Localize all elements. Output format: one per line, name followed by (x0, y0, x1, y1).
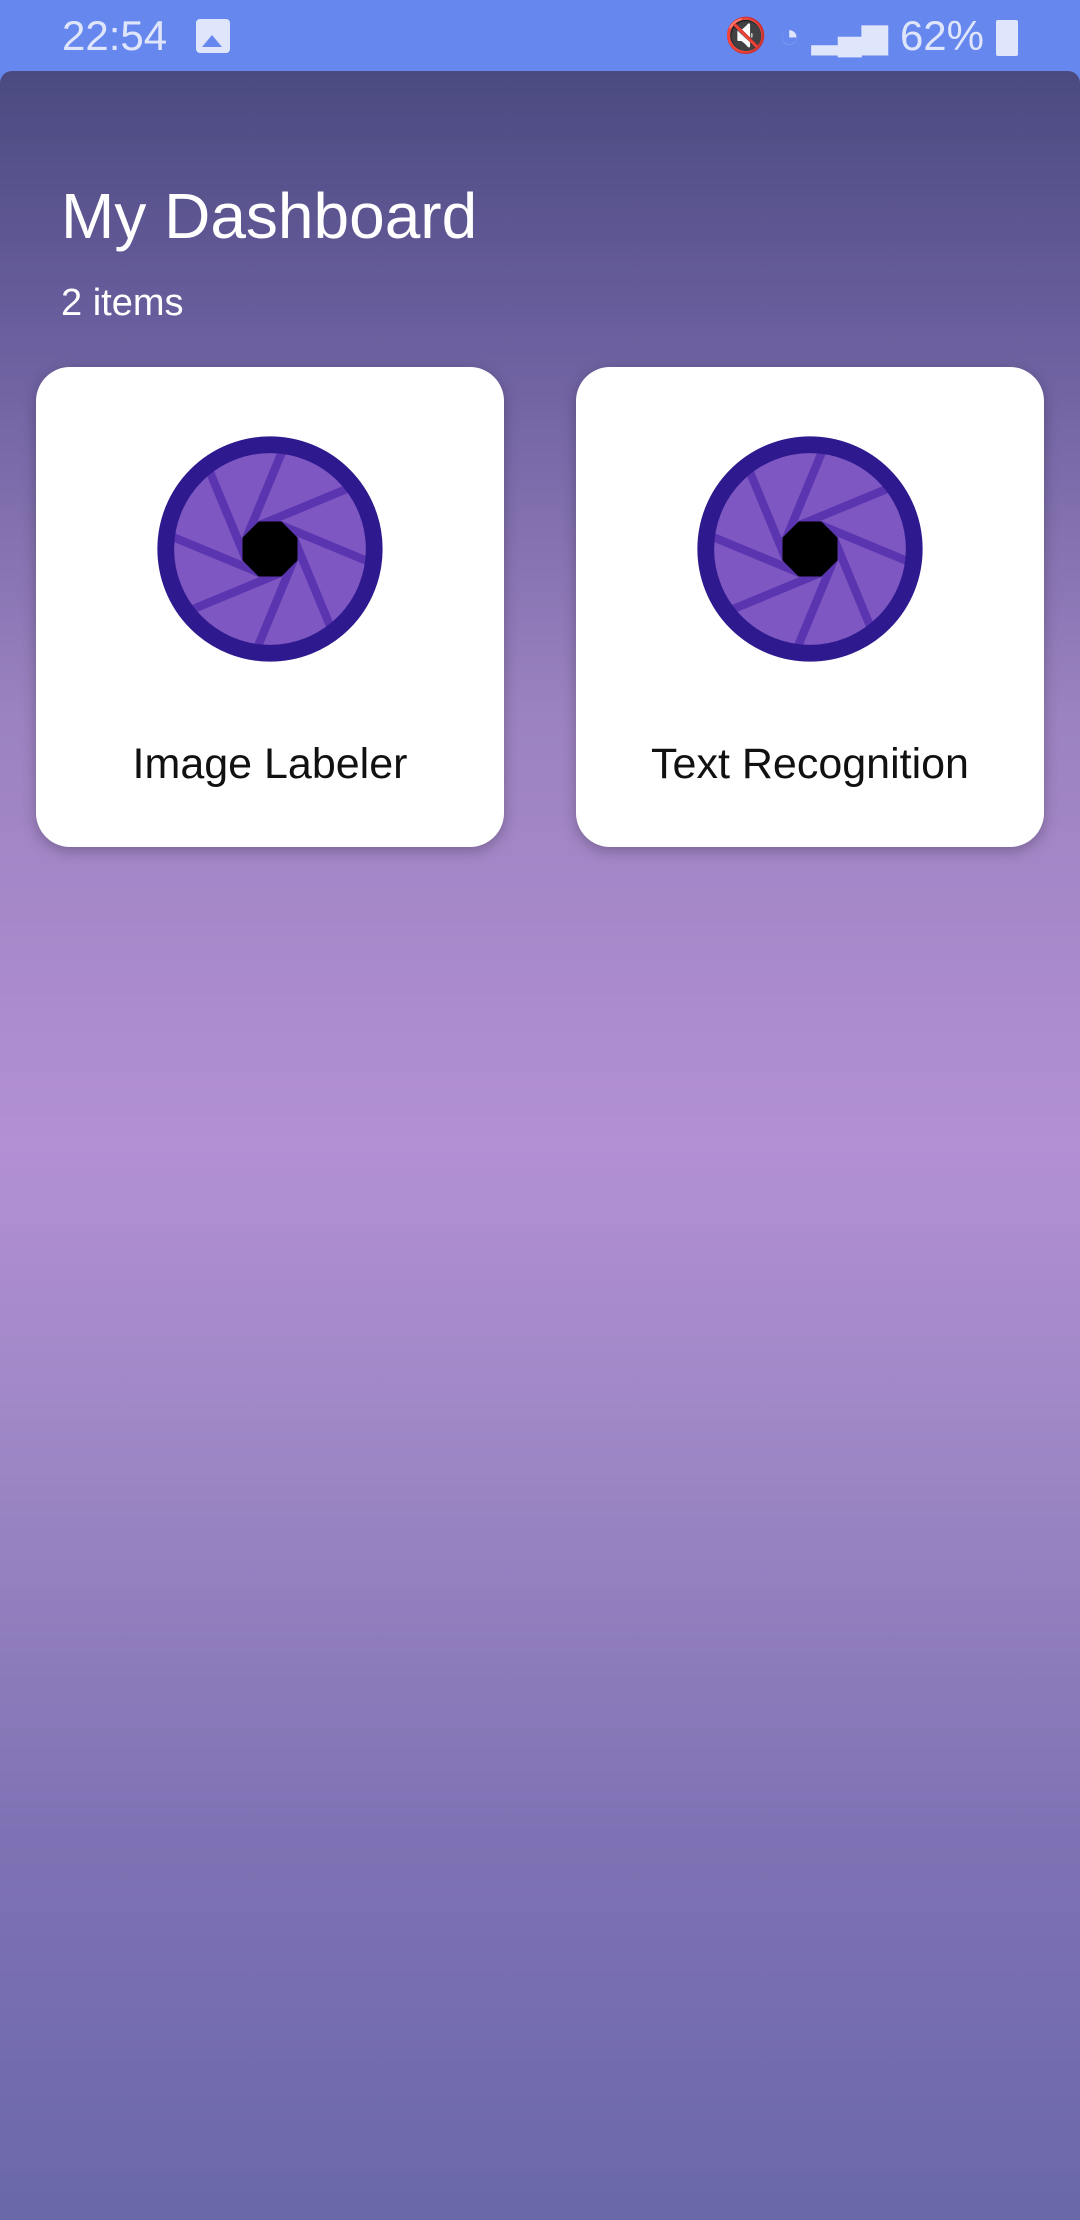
card-image-labeler[interactable]: Image Labeler (36, 367, 504, 847)
camera-aperture-icon (697, 436, 923, 662)
card-label: Text Recognition (651, 740, 969, 788)
wifi-icon: ◔ (779, 16, 800, 55)
gallery-icon (196, 19, 230, 53)
battery-icon (996, 20, 1018, 56)
signal-icon: ▂▄▆ (811, 17, 888, 55)
camera-aperture-icon (157, 436, 383, 662)
card-label: Image Labeler (132, 740, 408, 788)
item-count: 2 items (61, 282, 184, 324)
card-text-recognition[interactable]: Text Recognition (576, 367, 1044, 847)
vibrate-icon: 🔇 (724, 17, 767, 55)
clock: 22:54 (62, 12, 168, 59)
dashboard-panel: My Dashboard 2 items Image Labeler Text … (0, 71, 1080, 2220)
battery-percent: 62% (899, 12, 984, 59)
page-title: My Dashboard (61, 180, 478, 252)
status-bar: 22:54 🔇 ◔ ▂▄▆ 62% (0, 0, 1080, 71)
